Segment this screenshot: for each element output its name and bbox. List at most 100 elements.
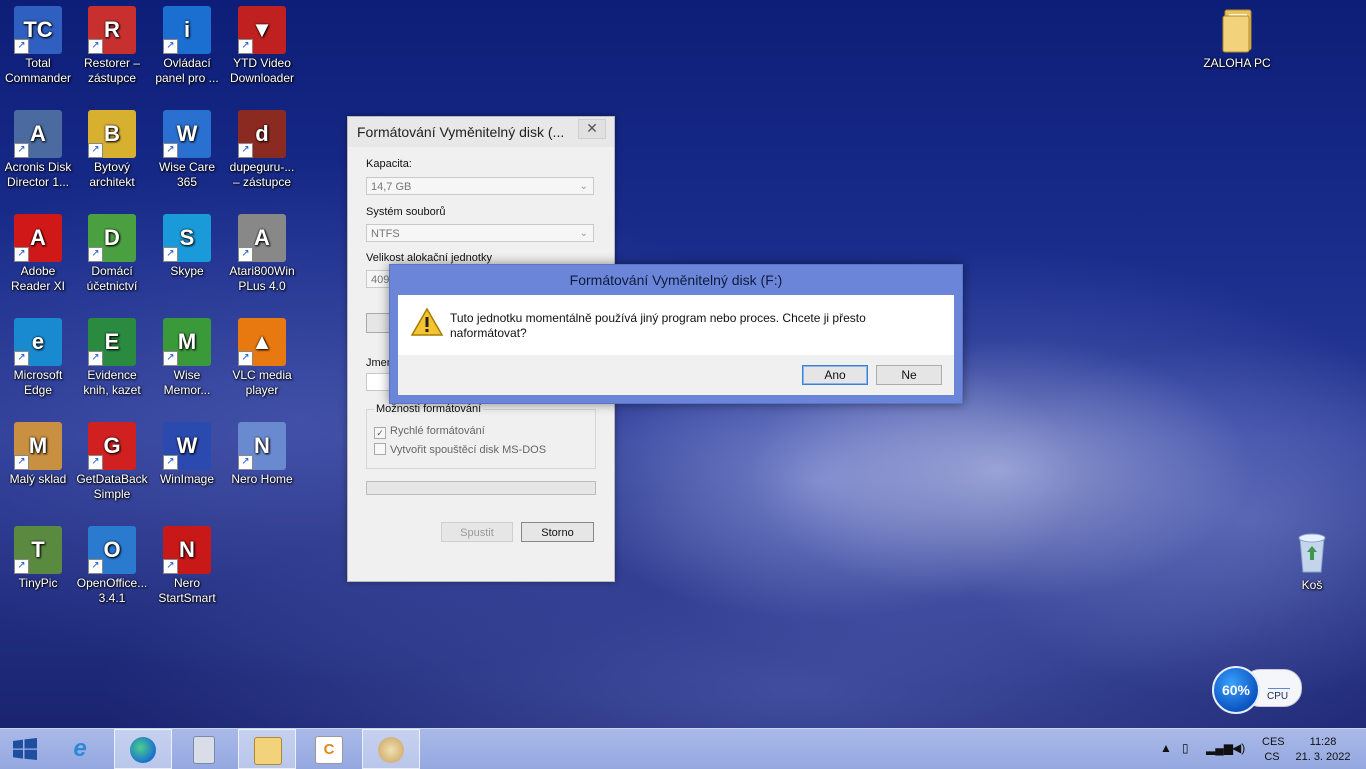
cpu-label: CPU [1267, 691, 1289, 702]
msdos-disk-checkbox[interactable]: Vytvořit spouštěcí disk MS-DOS [374, 443, 546, 456]
quick-format-label: Rychlé formátování [390, 425, 485, 437]
no-button[interactable]: Ne [876, 365, 942, 385]
desktop-icon[interactable]: N ↗ Nero Home [224, 422, 300, 487]
desktop-icon-label: Acronis Disk Director 1... [4, 160, 72, 189]
desktop-icon[interactable]: d ↗ dupeguru-... – zástupce [224, 110, 300, 190]
desktop-icon-label: Nero StartSmart [158, 576, 216, 605]
desktop-icon[interactable]: e ↗ Microsoft Edge [0, 318, 76, 398]
desktop-icon[interactable]: G ↗ GetDataBack Simple [74, 422, 150, 502]
desktop-icon[interactable]: ▼ ↗ YTD Video Downloader [224, 6, 300, 86]
shortcut-arrow-icon: ↗ [14, 247, 29, 262]
app-icon: D ↗ [88, 214, 136, 262]
shortcut-arrow-icon: ↗ [163, 559, 178, 574]
desktop-icon-label: Malý sklad [9, 472, 67, 486]
app-icon: M ↗ [163, 318, 211, 366]
app-icon: W ↗ [163, 110, 211, 158]
desktop-icon[interactable]: S ↗ Skype [149, 214, 225, 279]
desktop-icon[interactable]: ▲ ↗ VLC media player [224, 318, 300, 398]
app-icon: M ↗ [14, 422, 62, 470]
desktop-icon[interactable]: O ↗ OpenOffice... 3.4.1 [74, 526, 150, 606]
app-icon: R ↗ [88, 6, 136, 54]
desktop: TC ↗ Total Commander R ↗ Restorer – zástupce i… [0, 0, 1366, 728]
yes-button[interactable]: Ano [802, 365, 868, 385]
show-hidden-icons-icon[interactable]: ▲ [1160, 741, 1172, 755]
desktop-icon[interactable]: i ↗ Ovládací panel pro ... [149, 6, 225, 86]
taskbar-internet-explorer[interactable]: e [52, 729, 110, 769]
desktop-icon-zaloha-pc[interactable]: ZALOHA PC [1199, 6, 1275, 71]
app-icon: ▲ ↗ [238, 318, 286, 366]
taskbar-calculator[interactable] [175, 729, 233, 769]
start-button[interactable] [0, 729, 50, 769]
app-icon: W ↗ [163, 422, 211, 470]
checkbox-empty-icon [374, 443, 386, 455]
desktop-icon[interactable]: T ↗ TinyPic [0, 526, 76, 591]
confirm-dialog: Formátování Vyměnitelný disk (F:) Tuto j… [389, 264, 963, 404]
desktop-icon-label: Skype [170, 264, 204, 278]
capacity-select[interactable]: 14,7 GB ⌄ [366, 177, 594, 195]
filesystem-label: Systém souborů [366, 206, 446, 218]
desktop-icon[interactable]: D ↗ Domácí účetnictví [74, 214, 150, 294]
desktop-icon-label: Bytový architekt [89, 160, 135, 189]
capacity-label: Kapacita: [366, 158, 412, 170]
close-button[interactable]: ✕ [578, 119, 606, 139]
language-indicator[interactable]: CES CS [1262, 735, 1285, 765]
cpu-percent: 60% [1212, 666, 1260, 714]
taskbar-file-explorer[interactable] [238, 729, 296, 769]
desktop-icon-label: GetDataBack Simple [76, 472, 148, 501]
app-icon: A ↗ [14, 214, 62, 262]
volume-icon[interactable]: ◀) [1232, 741, 1245, 755]
desktop-icon[interactable]: B ↗ Bytový architekt [74, 110, 150, 190]
app-icon: G ↗ [88, 422, 136, 470]
taskbar-paint[interactable] [362, 729, 420, 769]
capacity-value: 14,7 GB [371, 181, 412, 193]
app-icon: A ↗ [238, 214, 286, 262]
network-signal-icon[interactable]: ▂▄▆ [1206, 741, 1233, 755]
cpu-gadget[interactable]: 60% CPU [1212, 664, 1302, 714]
desktop-icon[interactable]: N ↗ Nero StartSmart [149, 526, 225, 606]
internet-explorer-icon: e [73, 735, 87, 762]
dialog-message-area: Tuto jednotku momentálně používá jiný pr… [398, 295, 954, 355]
clock[interactable]: 11:28 21. 3. 2022 [1292, 735, 1354, 765]
shortcut-arrow-icon: ↗ [238, 143, 253, 158]
cancel-button[interactable]: Storno [521, 522, 594, 542]
device-icon[interactable]: ▯ [1182, 741, 1189, 755]
desktop-icon[interactable]: W ↗ WinImage [149, 422, 225, 487]
filesystem-select[interactable]: NTFS ⌄ [366, 224, 594, 242]
desktop-icon[interactable]: R ↗ Restorer – zástupce [74, 6, 150, 86]
close-icon: ✕ [586, 120, 598, 136]
chevron-down-icon: ⌄ [579, 181, 588, 192]
desktop-icon[interactable]: M ↗ Malý sklad [0, 422, 76, 487]
desktop-icon-label: Domácí účetnictví [86, 264, 138, 293]
start-button[interactable]: Spustit [441, 522, 513, 542]
desktop-icon-label: Wise Care 365 [158, 160, 215, 189]
app-icon: T ↗ [14, 526, 62, 574]
taskbar-edge[interactable] [114, 729, 172, 769]
desktop-icon[interactable]: A ↗ Acronis Disk Director 1... [0, 110, 76, 190]
desktop-icon[interactable]: A ↗ Atari800Win PLus 4.0 [224, 214, 300, 294]
shortcut-arrow-icon: ↗ [238, 351, 253, 366]
format-options-group [366, 409, 596, 469]
shortcut-arrow-icon: ↗ [14, 143, 29, 158]
desktop-icon[interactable]: TC ↗ Total Commander [0, 6, 76, 86]
shortcut-arrow-icon: ↗ [88, 455, 103, 470]
msdos-disk-label: Vytvořit spouštěcí disk MS-DOS [390, 444, 547, 456]
desktop-icon-label: Nero Home [231, 472, 293, 486]
taskbar-mail-app[interactable]: C [300, 729, 358, 769]
quick-format-checkbox[interactable]: ✓ Rychlé formátování [374, 425, 485, 439]
warning-icon [410, 307, 444, 337]
desktop-icon[interactable]: E ↗ Evidence knih, kazet [74, 318, 150, 398]
shortcut-arrow-icon: ↗ [238, 39, 253, 54]
desktop-icon-recycle-bin[interactable]: Koš [1274, 528, 1350, 593]
desktop-icon[interactable]: M ↗ Wise Memor... [149, 318, 225, 398]
app-icon: B ↗ [88, 110, 136, 158]
desktop-icon-label: Ovládací panel pro ... [155, 56, 219, 85]
app-icon: e ↗ [14, 318, 62, 366]
shortcut-arrow-icon: ↗ [163, 351, 178, 366]
desktop-icon[interactable]: A ↗ Adobe Reader XI [0, 214, 76, 294]
desktop-icon[interactable]: W ↗ Wise Care 365 [149, 110, 225, 190]
desktop-icon-label: dupeguru-... – zástupce [229, 160, 295, 189]
shortcut-arrow-icon: ↗ [163, 455, 178, 470]
shortcut-arrow-icon: ↗ [88, 351, 103, 366]
chevron-down-icon: ⌄ [579, 228, 588, 239]
window-title: Formátování Vyměnitelný disk (... [348, 117, 614, 147]
